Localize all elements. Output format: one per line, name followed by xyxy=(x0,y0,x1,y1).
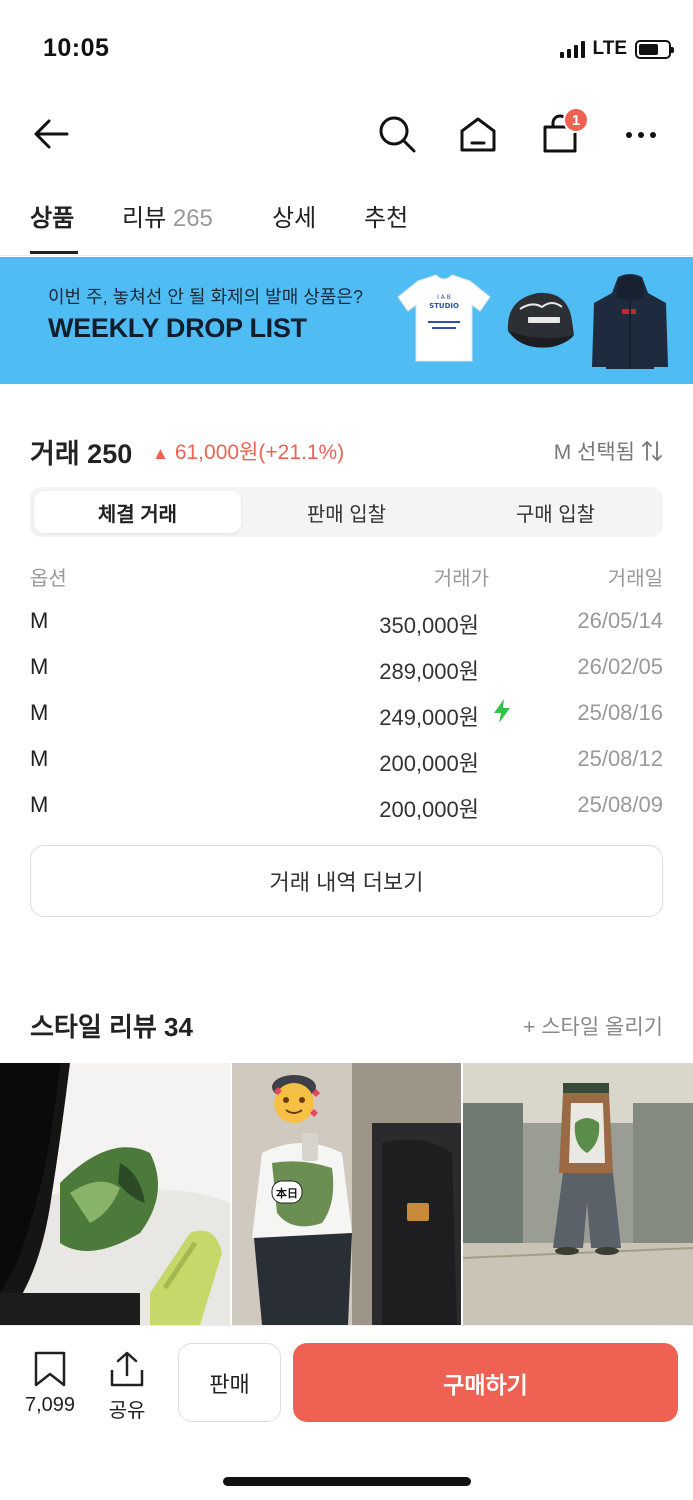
row-date: 25/08/16 xyxy=(577,700,663,725)
tab-recommend[interactable]: 추천 xyxy=(364,198,408,233)
more-icon[interactable] xyxy=(620,113,662,155)
battery-icon xyxy=(635,39,674,59)
header-option: 옵션 xyxy=(30,568,67,590)
bookmark-button[interactable]: 7,099 xyxy=(25,1350,75,1417)
row-option: M xyxy=(30,654,49,679)
row-price: 350,000원 xyxy=(379,613,479,638)
status-indicators: LTE xyxy=(559,38,674,60)
table-row: M 289,000원 26/02/05 xyxy=(30,650,663,696)
segment-sell-bids[interactable]: 판매 입찰 xyxy=(243,491,450,533)
row-option: M xyxy=(30,792,49,817)
trade-table-header: 옵션 거래가 거래일 xyxy=(30,560,663,590)
row-price: 289,000원 xyxy=(379,659,479,684)
share-label: 공유 xyxy=(108,1400,146,1422)
status-time: 10:05 xyxy=(43,34,110,62)
header-price: 거래가 xyxy=(433,568,489,590)
buy-button[interactable]: 구매하기 xyxy=(293,1343,678,1422)
trade-segment-control: 체결 거래 판매 입찰 구매 입찰 xyxy=(30,487,663,537)
shirt-sign-text: 本日 xyxy=(276,1186,298,1200)
style-photo[interactable] xyxy=(463,1063,693,1325)
tab-product[interactable]: 상품 xyxy=(30,198,74,233)
network-label: LTE xyxy=(592,38,627,59)
row-date: 25/08/09 xyxy=(577,792,663,817)
table-row: M 350,000원 26/05/14 xyxy=(30,604,663,650)
table-row: M 249,000원 25/08/16 xyxy=(30,696,663,742)
row-date: 26/05/14 xyxy=(577,608,663,633)
segment-completed-trades[interactable]: 체결 거래 xyxy=(34,491,241,533)
back-arrow-icon[interactable] xyxy=(30,113,72,155)
trade-table: M 350,000원 26/05/14 M 289,000원 26/02/05 … xyxy=(30,604,663,834)
bottom-action-bar: 7,099 공유 판매 구매하기 xyxy=(0,1325,693,1500)
banner-title: WEEKLY DROP LIST xyxy=(48,313,307,343)
size-option-label: M 선택됨 xyxy=(553,441,635,464)
weekly-drop-banner[interactable]: 이번 주, 놓쳐선 안 될 화제의 발매 상품은? WEEKLY DROP LI… xyxy=(0,257,693,384)
row-option: M xyxy=(30,608,49,633)
style-photo[interactable]: 本日 xyxy=(231,1063,462,1325)
row-option: M xyxy=(30,700,49,725)
share-icon xyxy=(110,1351,144,1387)
cap-image xyxy=(507,292,574,348)
segment-buy-bids[interactable]: 구매 입찰 xyxy=(452,491,659,533)
bookmark-icon xyxy=(34,1351,66,1387)
trade-summary: 거래 250 ▲ 61,000원(+21.1%) M 선택됨 xyxy=(30,428,663,469)
row-price: 200,000원 xyxy=(379,797,479,822)
product-tabs: 상품 리뷰 265 상세 추천 xyxy=(0,192,693,256)
row-date: 25/08/12 xyxy=(577,746,663,771)
row-date: 26/02/05 xyxy=(577,654,663,679)
tab-detail[interactable]: 상세 xyxy=(272,198,316,233)
home-indicator xyxy=(223,1477,471,1486)
review-count: 265 xyxy=(172,205,213,232)
table-row: M 200,000원 25/08/09 xyxy=(30,788,663,834)
sell-button[interactable]: 판매 xyxy=(178,1343,281,1422)
view-more-trades-button[interactable]: 거래 내역 더보기 xyxy=(30,845,663,917)
cart-badge: 1 xyxy=(563,107,589,133)
table-row: M 200,000원 25/08/12 xyxy=(30,742,663,788)
header-date: 거래일 xyxy=(607,568,663,590)
row-option: M xyxy=(30,746,49,771)
tshirt-image: I A B STUDIO xyxy=(397,274,491,362)
svg-text:STUDIO: STUDIO xyxy=(429,302,459,310)
price-change: ▲ 61,000원(+21.1%) xyxy=(152,441,345,464)
up-triangle-icon: ▲ xyxy=(152,444,169,463)
fast-delivery-bolt-icon xyxy=(491,698,513,730)
banner-subtitle: 이번 주, 놓쳐선 안 될 화제의 발매 상품은? xyxy=(48,287,363,307)
style-photo[interactable] xyxy=(0,1063,230,1325)
hoodie-image xyxy=(592,274,668,369)
svg-text:I A B: I A B xyxy=(437,294,451,301)
home-icon[interactable] xyxy=(457,113,499,155)
share-button[interactable]: 공유 xyxy=(108,1350,146,1423)
tab-review[interactable]: 리뷰 265 xyxy=(122,198,213,233)
style-review-title: 스타일 리뷰 34 xyxy=(30,1012,193,1042)
banner-products-image: I A B STUDIO xyxy=(397,274,668,369)
active-tab-indicator xyxy=(30,251,78,254)
row-price: 200,000원 xyxy=(379,751,479,776)
shopping-bag-icon[interactable]: 1 xyxy=(539,107,589,155)
bookmark-count: 7,099 xyxy=(25,1394,76,1416)
size-option-selector[interactable]: M 선택됨 xyxy=(554,436,663,466)
sort-arrows-icon xyxy=(642,441,662,461)
style-review-header: 스타일 리뷰 34 + 스타일 올리기 xyxy=(30,1005,663,1045)
trade-count-title: 거래 250 xyxy=(30,439,133,469)
status-bar: 10:05 LTE xyxy=(0,0,693,100)
style-photo-strip: 本日 xyxy=(0,1063,693,1325)
signal-icon xyxy=(559,40,585,58)
search-icon[interactable] xyxy=(376,113,418,155)
row-price: 249,000원 xyxy=(379,705,479,730)
top-nav: 1 xyxy=(0,105,693,165)
upload-style-link[interactable]: + 스타일 올리기 xyxy=(523,1011,663,1041)
